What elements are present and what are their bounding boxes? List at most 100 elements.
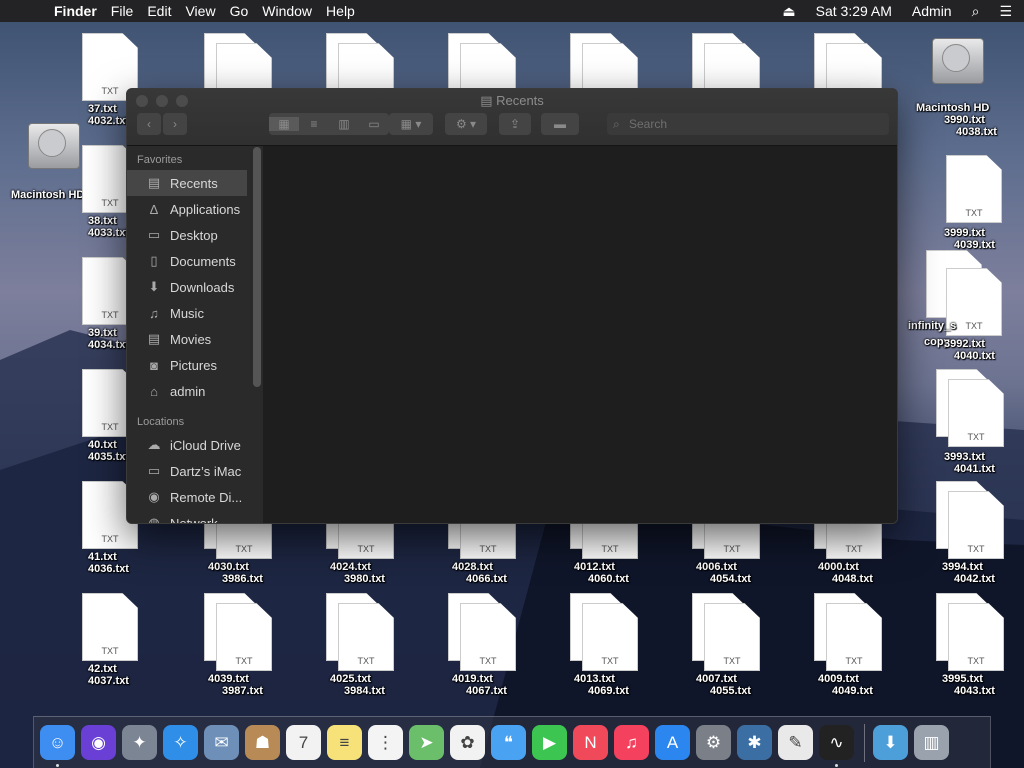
news-icon[interactable]: N bbox=[573, 725, 608, 760]
desktop-file[interactable]: TXT 3995.txt 4043.txt bbox=[936, 593, 1024, 697]
share-icon: ⇪ bbox=[509, 117, 521, 131]
desktop-file[interactable]: TXT 4039.txt 3987.txt bbox=[204, 593, 294, 697]
maps-icon[interactable]: ➤ bbox=[409, 725, 444, 760]
sidebar-section-locations: Locations bbox=[137, 416, 185, 428]
downloads-folder-icon[interactable]: ⬇ bbox=[873, 725, 908, 760]
home-icon: ⌂ bbox=[150, 383, 158, 399]
safari-icon[interactable]: ✧ bbox=[163, 725, 198, 760]
reminders-icon[interactable]: ⋮ bbox=[368, 725, 403, 760]
desktop-file[interactable]: TXT 3993.txt 4041.txt bbox=[936, 369, 1024, 475]
dock: ☺ ◉ ✦ ✧ ✉ ☗ 7 ≡ ⋮ ➤ ✿ ❝ ▶ N ♫ A ⚙ ✱ ✎ ∿ ⬇ ▥ bbox=[33, 716, 991, 768]
desktop-file[interactable]: TXT 3999.txt 4039.txt bbox=[936, 145, 1024, 251]
sidebar-item-downloads[interactable]: ⬇ Downloads bbox=[127, 274, 263, 300]
sidebar-item-movies[interactable]: ▤ Movies bbox=[127, 326, 263, 352]
search-placeholder: Search bbox=[629, 117, 668, 131]
messages-icon[interactable]: ❝ bbox=[491, 725, 526, 760]
file-browser-content[interactable] bbox=[263, 146, 897, 523]
desktop-file[interactable]: TXT 4019.txt 4067.txt bbox=[448, 593, 538, 697]
python-launcher-icon[interactable]: ✱ bbox=[737, 725, 772, 760]
gallery-view-icon[interactable]: ▭ bbox=[359, 117, 389, 131]
activity-monitor-icon[interactable]: ∿ bbox=[819, 725, 854, 767]
back-button[interactable]: ‹ bbox=[137, 113, 161, 135]
search-icon: ⌕ bbox=[613, 116, 620, 131]
sidebar-item-documents[interactable]: ▯ Documents bbox=[127, 248, 263, 274]
desktop-icon-label: Macintosh HD bbox=[11, 189, 85, 201]
tags-button[interactable]: ▬ bbox=[541, 113, 579, 135]
calendar-icon[interactable]: 7 bbox=[286, 725, 321, 760]
sidebar-item-remote-disc[interactable]: ◉ Remote Di... bbox=[127, 484, 263, 510]
forward-button[interactable]: › bbox=[163, 113, 187, 135]
finder-icon[interactable]: ☺ bbox=[40, 725, 75, 767]
sidebar-item-network[interactable]: ◍ Network bbox=[127, 510, 263, 524]
view-mode-segmented[interactable]: ▦ ≡ ▥ ▭ bbox=[269, 113, 389, 135]
music-icon: ♫ bbox=[149, 305, 159, 321]
desktop-file[interactable]: TXT 4013.txt 4069.txt bbox=[570, 593, 660, 697]
menu-file[interactable]: File bbox=[111, 3, 145, 19]
desktop-file-python[interactable]: PYTTXTinfinity_scopy3992.txt4040.txt bbox=[908, 250, 1002, 362]
spotlight-search-icon[interactable]: ⌕ bbox=[972, 3, 980, 20]
sidebar-item-desktop[interactable]: ▭ Desktop bbox=[127, 222, 263, 248]
dock-separator bbox=[864, 723, 865, 762]
trash-icon[interactable]: ▥ bbox=[914, 725, 949, 760]
documents-icon: ▯ bbox=[150, 253, 158, 268]
sidebar-scrollbar[interactable] bbox=[253, 147, 261, 387]
sidebar-item-icloud-drive[interactable]: ☁ iCloud Drive bbox=[127, 432, 263, 458]
desktop-file[interactable]: TXT 4025.txt 3984.txt bbox=[326, 593, 416, 697]
recents-icon: ▤ bbox=[147, 175, 161, 190]
sidebar-item-recents[interactable]: ▤ Recents bbox=[127, 170, 247, 196]
hard-drive-icon bbox=[930, 30, 984, 90]
desktop-file[interactable]: TXT 4007.txt 4055.txt bbox=[692, 593, 782, 697]
facetime-icon[interactable]: ▶ bbox=[532, 725, 567, 760]
notes-icon[interactable]: ≡ bbox=[327, 725, 362, 760]
tag-icon: ▬ bbox=[554, 117, 566, 131]
network-icon: ◍ bbox=[148, 515, 160, 524]
sidebar-item-dartz-imac[interactable]: ▭ Dartz’s iMac bbox=[127, 458, 263, 484]
user-menu[interactable]: Admin bbox=[912, 3, 952, 19]
desktop-file-label: 4038.txt bbox=[956, 126, 997, 138]
window-toolbar: ▤ Recents ‹ › ▦ ≡ ▥ ▭ ▦ ▾ ⚙ ▾ ⇪ ▬ ⌕ Sear… bbox=[127, 89, 897, 146]
clock[interactable]: Sat 3:29 AM bbox=[816, 3, 892, 19]
sidebar-item-pictures[interactable]: ◙ Pictures bbox=[127, 352, 263, 378]
finder-window[interactable]: ▤ Recents ‹ › ▦ ≡ ▥ ▭ ▦ ▾ ⚙ ▾ ⇪ ▬ ⌕ Sear… bbox=[126, 88, 898, 524]
system-preferences-icon[interactable]: ⚙ bbox=[696, 725, 731, 760]
launchpad-icon[interactable]: ✦ bbox=[122, 725, 157, 760]
desktop-file[interactable]: TXT 42.txt 4037.txt bbox=[82, 593, 172, 693]
icon-view-icon[interactable]: ▦ bbox=[269, 117, 299, 131]
sidebar-item-music[interactable]: ♫ Music bbox=[127, 300, 263, 326]
share-button[interactable]: ⇪ bbox=[499, 113, 531, 135]
action-menu-button[interactable]: ⚙ ▾ bbox=[445, 113, 487, 135]
mail-icon[interactable]: ✉ bbox=[204, 725, 239, 760]
list-view-icon[interactable]: ≡ bbox=[299, 117, 329, 131]
contacts-icon[interactable]: ☗ bbox=[245, 725, 280, 760]
sidebar: Favorites ▤ Recents Δ Applications ▭ Deskto… bbox=[127, 146, 263, 524]
menu-help[interactable]: Help bbox=[326, 3, 366, 19]
search-field[interactable]: ⌕ Search bbox=[607, 113, 889, 135]
app-menu[interactable]: Finder bbox=[54, 3, 108, 19]
music-icon[interactable]: ♫ bbox=[614, 725, 649, 760]
desktop-file-label: 3990.txt bbox=[944, 114, 985, 126]
menu-edit[interactable]: Edit bbox=[147, 3, 182, 19]
menu-view[interactable]: View bbox=[185, 3, 226, 19]
siri-icon[interactable]: ◉ bbox=[81, 725, 116, 760]
desktop-file[interactable]: TXT 3994.txt 4042.txt bbox=[936, 481, 1024, 585]
eject-icon[interactable]: ⏏ bbox=[782, 3, 795, 20]
sidebar-item-admin[interactable]: ⌂ admin bbox=[127, 378, 263, 404]
app-store-icon[interactable]: A bbox=[655, 725, 690, 760]
menu-go[interactable]: Go bbox=[230, 3, 260, 19]
photos-icon[interactable]: ✿ bbox=[450, 725, 485, 760]
window-title: ▤ Recents bbox=[480, 93, 544, 108]
desktop-icon: ▭ bbox=[147, 227, 161, 242]
sidebar-item-applications[interactable]: Δ Applications bbox=[127, 196, 263, 222]
notification-center-icon[interactable]: ☰ bbox=[999, 3, 1012, 20]
desktop-icon-label: Macintosh HD bbox=[916, 102, 990, 114]
cloud-icon: ☁ bbox=[147, 437, 161, 452]
desktop-file[interactable]: TXT 4009.txt 4049.txt bbox=[814, 593, 904, 697]
menu-window[interactable]: Window bbox=[262, 3, 323, 19]
text-edit-icon[interactable]: ✎ bbox=[778, 725, 813, 760]
hard-drive-icon bbox=[26, 115, 80, 175]
group-by-button[interactable]: ▦ ▾ bbox=[389, 113, 433, 135]
imac-icon: ▭ bbox=[147, 463, 161, 478]
column-view-icon[interactable]: ▥ bbox=[329, 117, 359, 131]
applications-icon: Δ bbox=[149, 201, 159, 217]
recents-icon: ▤ bbox=[480, 93, 497, 108]
